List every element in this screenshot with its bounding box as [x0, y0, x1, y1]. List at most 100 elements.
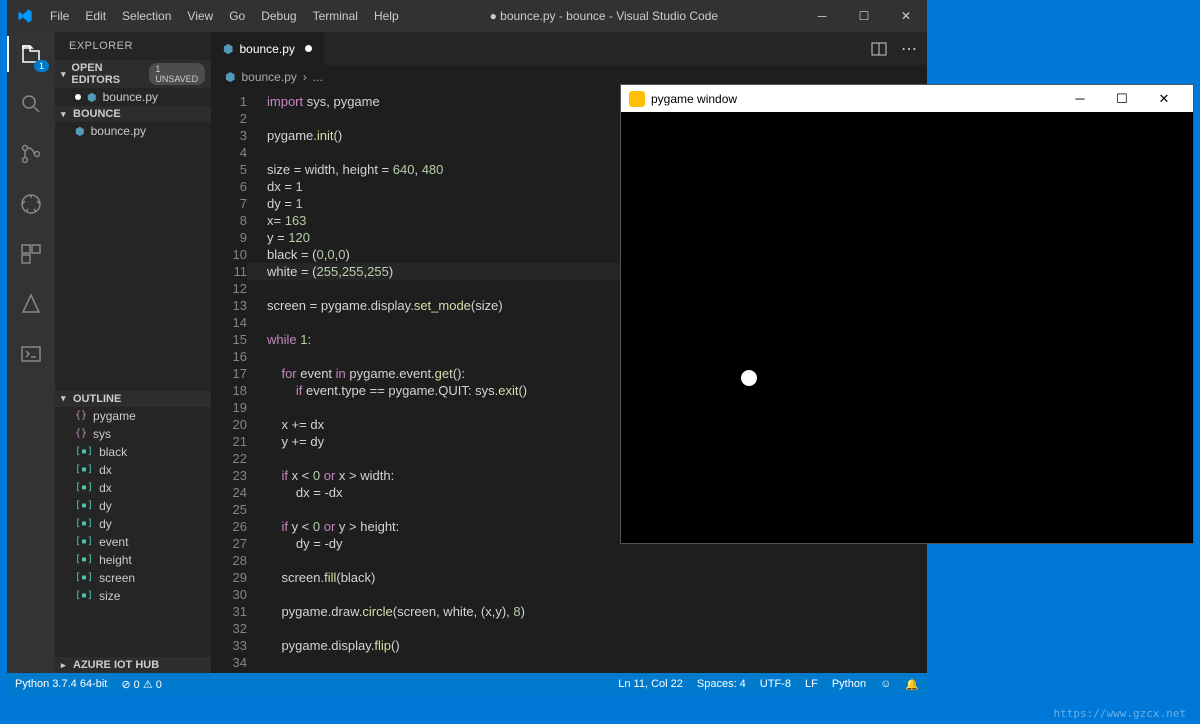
outline-item[interactable]: [▪] dx	[55, 461, 211, 479]
minimize-button[interactable]: ─	[801, 0, 843, 32]
pygame-titlebar: pygame window ─ ☐ ✕	[621, 85, 1193, 112]
pygame-title: pygame window	[651, 92, 737, 106]
outline-label: OUTLINE	[73, 393, 121, 405]
outline-header[interactable]: ▾ OUTLINE	[55, 391, 211, 407]
source-control-icon[interactable]	[17, 140, 45, 168]
outline-item-name: screen	[99, 571, 135, 585]
pygame-canvas	[621, 112, 1193, 543]
variable-icon: [▪]	[75, 590, 93, 601]
status-eol[interactable]: LF	[805, 678, 818, 691]
variable-icon: [▪]	[75, 500, 93, 511]
outline-list: {}pygame{}sys[▪]black[▪]dx[▪]dx[▪]dy[▪]d…	[55, 407, 211, 658]
open-editors-label: OPEN EDITORS	[71, 62, 143, 86]
modified-dot-icon	[75, 94, 81, 100]
status-spaces[interactable]: Spaces: 4	[697, 678, 746, 691]
menu-help[interactable]: Help	[366, 3, 407, 29]
close-button[interactable]: ✕	[885, 0, 927, 32]
unsaved-tag: 1 UNSAVED	[149, 63, 205, 85]
titlebar: FileEditSelectionViewGoDebugTerminalHelp…	[7, 0, 927, 32]
menu-selection[interactable]: Selection	[114, 3, 179, 29]
breadcrumb-sep: ›	[303, 70, 307, 84]
outline-item[interactable]: {}sys	[55, 425, 211, 443]
open-editors-header[interactable]: ▾ OPEN EDITORS 1 UNSAVED	[55, 60, 211, 88]
extensions-icon[interactable]	[17, 240, 45, 268]
tab-label: bounce.py	[239, 42, 294, 56]
namespace-icon: {}	[75, 410, 87, 421]
debug-icon[interactable]	[17, 190, 45, 218]
variable-icon: [▪]	[75, 464, 93, 475]
outline-item[interactable]: [▪] dy	[55, 497, 211, 515]
outline-item-name: dy	[99, 517, 112, 531]
variable-icon: [▪]	[75, 482, 93, 493]
pygame-window: pygame window ─ ☐ ✕	[620, 84, 1194, 544]
editor-tab[interactable]: ⬢ bounce.py	[211, 32, 325, 65]
menu-file[interactable]: File	[42, 3, 77, 29]
menu-go[interactable]: Go	[221, 3, 253, 29]
menu-bar: FileEditSelectionViewGoDebugTerminalHelp	[42, 3, 407, 29]
open-editor-item[interactable]: ⬢ bounce.py	[55, 88, 211, 106]
menu-terminal[interactable]: Terminal	[305, 3, 366, 29]
outline-item-name: height	[99, 553, 132, 567]
status-lncol[interactable]: Ln 11, Col 22	[618, 678, 683, 691]
activity-bar: 1	[7, 32, 55, 673]
python-file-icon: ⬢	[223, 42, 233, 56]
status-encoding[interactable]: UTF-8	[760, 678, 791, 691]
window-title: ● bounce.py - bounce - Visual Studio Cod…	[407, 9, 801, 23]
outline-item[interactable]: [▪]size	[55, 587, 211, 605]
outline-item[interactable]: [▪]dy	[55, 515, 211, 533]
python-file-icon: ⬢	[75, 125, 85, 138]
modified-dot-icon	[305, 45, 312, 52]
outline-item[interactable]: {}pygame	[55, 407, 211, 425]
maximize-button[interactable]: ☐	[1101, 85, 1143, 112]
python-file-icon: ⬢	[87, 91, 97, 104]
outline-item[interactable]: [▪] screen	[55, 569, 211, 587]
maximize-button[interactable]: ☐	[843, 0, 885, 32]
pygame-logo-icon	[629, 91, 645, 107]
explorer-badge: 1	[34, 60, 49, 72]
open-file-name: bounce.py	[103, 90, 158, 104]
status-problems[interactable]: ⊘ 0 ⚠ 0	[121, 678, 162, 691]
chevron-down-icon: ▾	[61, 69, 71, 80]
breadcrumb-more: ...	[313, 70, 323, 84]
namespace-icon: {}	[75, 428, 87, 439]
azure-icon[interactable]	[17, 290, 45, 318]
sidebar-title: EXPLORER	[55, 32, 211, 60]
outline-item[interactable]: [▪]dx	[55, 479, 211, 497]
outline-item[interactable]: [▪]event	[55, 533, 211, 551]
status-python[interactable]: Python 3.7.4 64-bit	[15, 678, 107, 690]
folder-label: BOUNCE	[73, 108, 121, 120]
file-item[interactable]: ⬢ bounce.py	[55, 122, 211, 140]
breadcrumb-file: bounce.py	[241, 70, 296, 84]
outline-item-name: dx	[99, 463, 112, 477]
window-controls: ─ ☐ ✕	[801, 0, 927, 32]
feedback-icon[interactable]: ☺	[880, 678, 891, 691]
sidebar: EXPLORER ▾ OPEN EDITORS 1 UNSAVED ⬢ boun…	[55, 32, 211, 673]
outline-item-name: dy	[99, 499, 112, 513]
outline-item-name: event	[99, 535, 128, 549]
file-name: bounce.py	[91, 124, 146, 138]
error-icon: ⊘	[121, 679, 133, 691]
outline-item[interactable]: [▪]black	[55, 443, 211, 461]
split-editor-icon[interactable]	[871, 41, 887, 57]
chevron-right-icon: ▸	[61, 660, 73, 671]
status-lang[interactable]: Python	[832, 678, 866, 691]
bouncing-ball	[741, 370, 757, 386]
watermark: https://www.gzcx.net	[1054, 707, 1186, 720]
outline-item[interactable]: [▪]height	[55, 551, 211, 569]
more-icon[interactable]: ⋯	[901, 39, 917, 59]
menu-edit[interactable]: Edit	[77, 3, 114, 29]
menu-view[interactable]: View	[179, 3, 221, 29]
chevron-down-icon: ▾	[61, 109, 73, 120]
terminal-icon[interactable]	[17, 340, 45, 368]
close-button[interactable]: ✕	[1143, 85, 1185, 112]
explorer-icon[interactable]: 1	[17, 40, 45, 68]
python-file-icon: ⬢	[225, 70, 235, 84]
menu-debug[interactable]: Debug	[253, 3, 304, 29]
folder-header[interactable]: ▾ BOUNCE	[55, 106, 211, 122]
bell-icon[interactable]: 🔔	[905, 678, 919, 691]
minimize-button[interactable]: ─	[1059, 85, 1101, 112]
search-icon[interactable]	[17, 90, 45, 118]
azure-header[interactable]: ▸ AZURE IOT HUB	[55, 657, 211, 673]
variable-icon: [▪]	[75, 572, 93, 583]
tab-bar: ⬢ bounce.py ⋯	[211, 32, 927, 65]
